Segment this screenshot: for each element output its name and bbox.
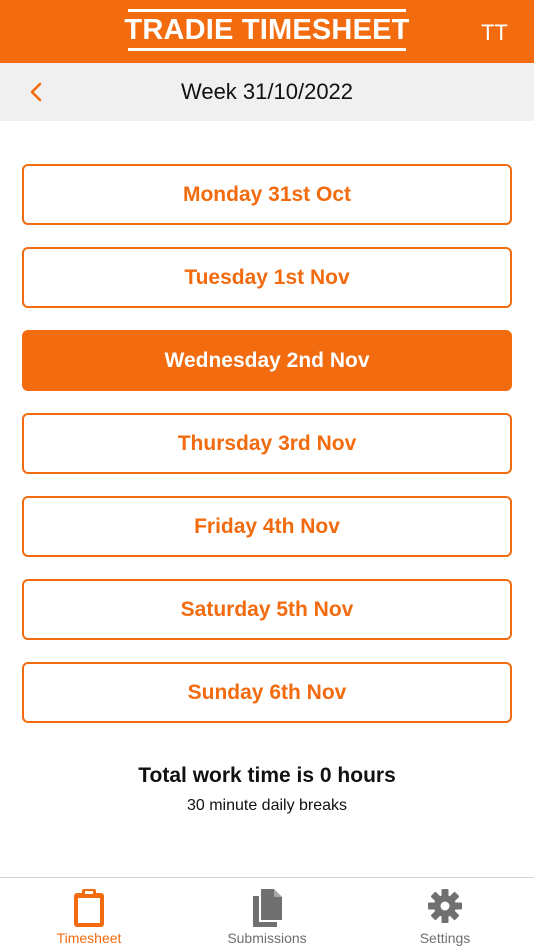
nav-submissions[interactable]: Submissions xyxy=(202,878,332,950)
nav-label: Timesheet xyxy=(56,930,122,946)
app-logo-text: TRADIE TIMESHEET xyxy=(124,13,410,46)
week-header: Week 31/10/2022 xyxy=(0,63,534,121)
day-button-sunday[interactable]: Sunday 6th Nov xyxy=(22,662,512,723)
day-list: Monday 31st Oct Tuesday 1st Nov Wednesda… xyxy=(22,164,512,745)
day-label: Thursday 3rd Nov xyxy=(177,431,357,455)
app-header: TRADIE TIMESHEET TT xyxy=(0,0,534,63)
total-work-time: Total work time is 0 hours xyxy=(138,764,396,787)
back-button[interactable] xyxy=(24,79,50,105)
day-label: Wednesday 2nd Nov xyxy=(164,348,370,372)
user-avatar[interactable]: TT xyxy=(481,20,508,46)
day-button-monday[interactable]: Monday 31st Oct xyxy=(22,164,512,225)
day-button-friday[interactable]: Friday 4th Nov xyxy=(22,496,512,557)
day-label: Sunday 6th Nov xyxy=(187,680,347,704)
chevron-left-icon xyxy=(30,82,42,102)
week-title: Week 31/10/2022 xyxy=(180,79,354,104)
day-label: Monday 31st Oct xyxy=(182,182,352,206)
nav-label: Submissions xyxy=(227,930,307,946)
bottom-navigation: Timesheet Submissions Settings xyxy=(0,877,534,950)
day-label: Friday 4th Nov xyxy=(194,514,340,538)
day-button-thursday[interactable]: Thursday 3rd Nov xyxy=(22,413,512,474)
app-logo: TRADIE TIMESHEET xyxy=(124,9,409,51)
nav-settings[interactable]: Settings xyxy=(380,878,510,950)
gear-icon xyxy=(428,889,462,923)
day-button-wednesday[interactable]: Wednesday 2nd Nov xyxy=(22,330,512,391)
nav-label: Settings xyxy=(419,930,471,946)
clipboard-icon xyxy=(74,889,104,927)
day-button-tuesday[interactable]: Tuesday 1st Nov xyxy=(22,247,512,308)
work-summary: Total work time is 0 hours 30 minute dai… xyxy=(0,764,534,815)
daily-breaks-note: 30 minute daily breaks xyxy=(186,797,348,814)
documents-icon xyxy=(253,889,282,927)
day-label: Tuesday 1st Nov xyxy=(184,265,350,289)
day-button-saturday[interactable]: Saturday 5th Nov xyxy=(22,579,512,640)
day-label: Saturday 5th Nov xyxy=(180,597,354,621)
nav-timesheet[interactable]: Timesheet xyxy=(24,878,154,950)
